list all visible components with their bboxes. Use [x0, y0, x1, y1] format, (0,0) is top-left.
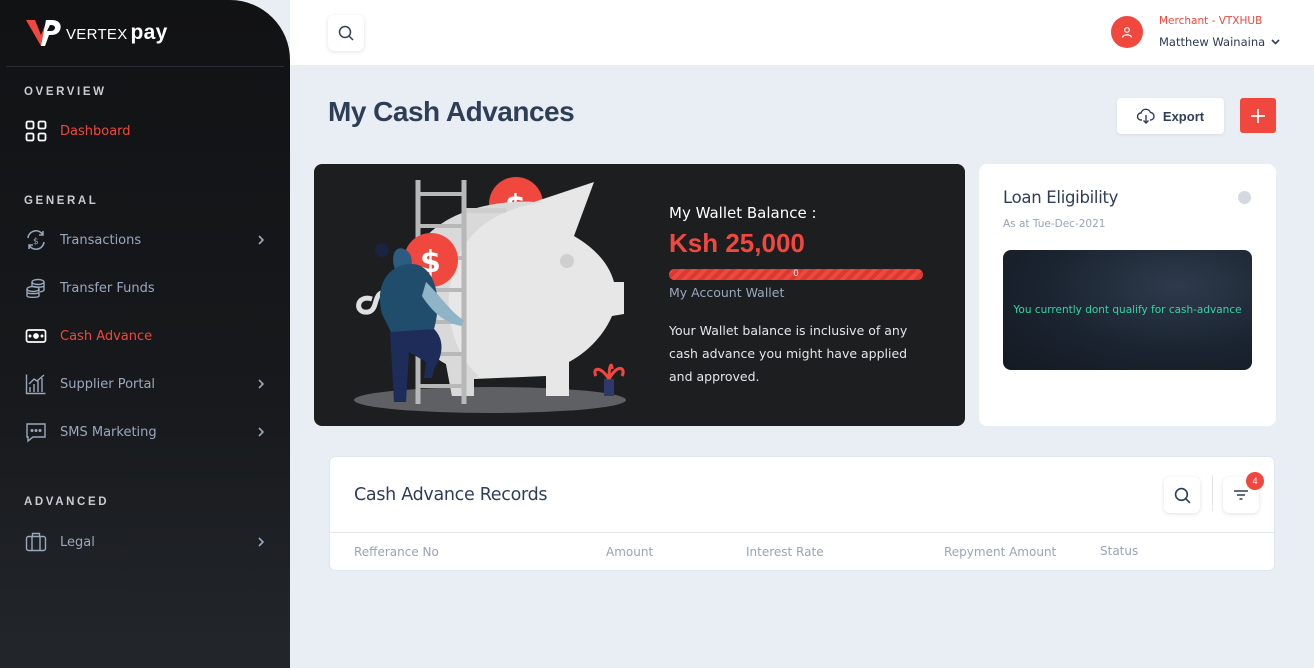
- sidebar-item-label: Dashboard: [60, 123, 131, 139]
- banknote-icon: [24, 325, 47, 348]
- column-header-repayment-amount[interactable]: Repyment Amount: [944, 545, 1056, 559]
- chevron-right-icon: [256, 377, 266, 395]
- user-name: Matthew Wainaina: [1159, 35, 1266, 49]
- loan-eligibility-card: Loan Eligibility As at Tue-Dec-2021 You …: [979, 164, 1276, 426]
- merchant-label: Merchant - VTXHUB: [1159, 15, 1263, 27]
- sidebar-item-label: Legal: [60, 534, 95, 550]
- column-header-interest-rate[interactable]: Interest Rate: [746, 545, 824, 559]
- sidebar-item-sms-marketing[interactable]: SMS Marketing: [24, 419, 270, 445]
- sidebar-item-cash-advance[interactable]: Cash Advance: [24, 323, 270, 349]
- add-cash-advance-button[interactable]: [1240, 98, 1276, 133]
- column-header-reference[interactable]: Refferance No: [354, 545, 439, 559]
- brand-logo[interactable]: VERTEX pay: [24, 16, 168, 50]
- wallet-progress-bar: 0: [669, 268, 923, 280]
- loan-date: As at Tue-Dec-2021: [1003, 218, 1106, 230]
- sidebar-item-label: SMS Marketing: [60, 424, 157, 440]
- sidebar-item-transfer-funds[interactable]: Transfer Funds: [24, 275, 270, 301]
- header-divider: [330, 532, 1274, 533]
- bar-chart-icon: [24, 373, 47, 396]
- sidebar-item-legal[interactable]: Legal: [24, 529, 270, 555]
- global-search-button[interactable]: [328, 15, 364, 51]
- user-icon: [1121, 27, 1133, 38]
- svg-text:$: $: [33, 237, 39, 247]
- wallet-progress-value: 0: [793, 268, 799, 278]
- piggy-bank-illustration: $ $: [354, 177, 626, 413]
- search-icon: [338, 25, 354, 41]
- filter-icon: [1234, 490, 1248, 500]
- section-label-advanced: ADVANCED: [24, 496, 110, 508]
- user-menu[interactable]: Matthew Wainaina: [1159, 35, 1280, 49]
- sidebar-item-label: Cash Advance: [60, 328, 153, 344]
- cash-advance-records: Cash Advance Records 4 Refferance No Amo…: [329, 456, 1275, 571]
- page-title: My Cash Advances: [328, 96, 575, 127]
- records-title: Cash Advance Records: [354, 485, 548, 505]
- loan-status-panel: You currently dont qualify for cash-adva…: [1003, 250, 1252, 370]
- chevron-down-icon: [1271, 39, 1280, 45]
- loan-title: Loan Eligibility: [1003, 188, 1119, 207]
- loan-status-message: You currently dont qualify for cash-adva…: [1013, 304, 1242, 316]
- chevron-right-icon: [256, 535, 266, 553]
- sidebar-item-transactions[interactable]: $ Transactions: [24, 227, 270, 253]
- toolbar-divider: [1212, 475, 1213, 511]
- wallet-title: My Wallet Balance :: [669, 204, 817, 222]
- avatar[interactable]: [1111, 16, 1143, 48]
- column-header-amount[interactable]: Amount: [606, 545, 653, 559]
- search-icon: [1174, 487, 1191, 504]
- wallet-subtitle: My Account Wallet: [669, 285, 785, 300]
- info-icon[interactable]: [1238, 191, 1251, 204]
- vertex-logo-icon: [26, 20, 61, 46]
- sidebar: VERTEX pay OVERVIEW Dashboard GENERAL $ T…: [0, 0, 290, 668]
- message-icon: [24, 421, 47, 444]
- brand-name: VERTEX pay: [66, 21, 168, 44]
- sidebar-item-dashboard[interactable]: Dashboard: [24, 118, 270, 144]
- wallet-amount: Ksh 25,000: [669, 228, 805, 258]
- coins-icon: [24, 277, 47, 300]
- chevron-right-icon: [256, 425, 266, 443]
- sidebar-divider: [6, 66, 284, 67]
- briefcase-icon: [24, 531, 47, 554]
- wallet-description: Your Wallet balance is inclusive of any …: [669, 323, 908, 384]
- plus-icon: [1251, 108, 1265, 123]
- column-header-status[interactable]: Status: [1100, 544, 1138, 558]
- sidebar-item-supplier-portal[interactable]: Supplier Portal: [24, 371, 270, 397]
- sidebar-item-label: Transfer Funds: [60, 280, 155, 296]
- exchange-icon: $: [24, 229, 47, 252]
- filter-count-badge: 4: [1246, 472, 1264, 490]
- wallet-balance-card: $ $ My Wallet Balance : Ksh 25,000 0 My …: [314, 164, 965, 426]
- cloud-download-icon: [1136, 108, 1155, 124]
- top-header: [290, 0, 1314, 65]
- chevron-right-icon: [256, 233, 266, 251]
- section-label-overview: OVERVIEW: [24, 86, 107, 98]
- export-label: Export: [1162, 108, 1205, 124]
- grid-icon: [24, 120, 47, 143]
- export-button[interactable]: Export: [1117, 98, 1224, 134]
- sidebar-item-label: Transactions: [60, 232, 142, 248]
- section-label-general: GENERAL: [24, 195, 99, 207]
- sidebar-item-label: Supplier Portal: [60, 376, 156, 392]
- records-search-button[interactable]: [1164, 477, 1200, 513]
